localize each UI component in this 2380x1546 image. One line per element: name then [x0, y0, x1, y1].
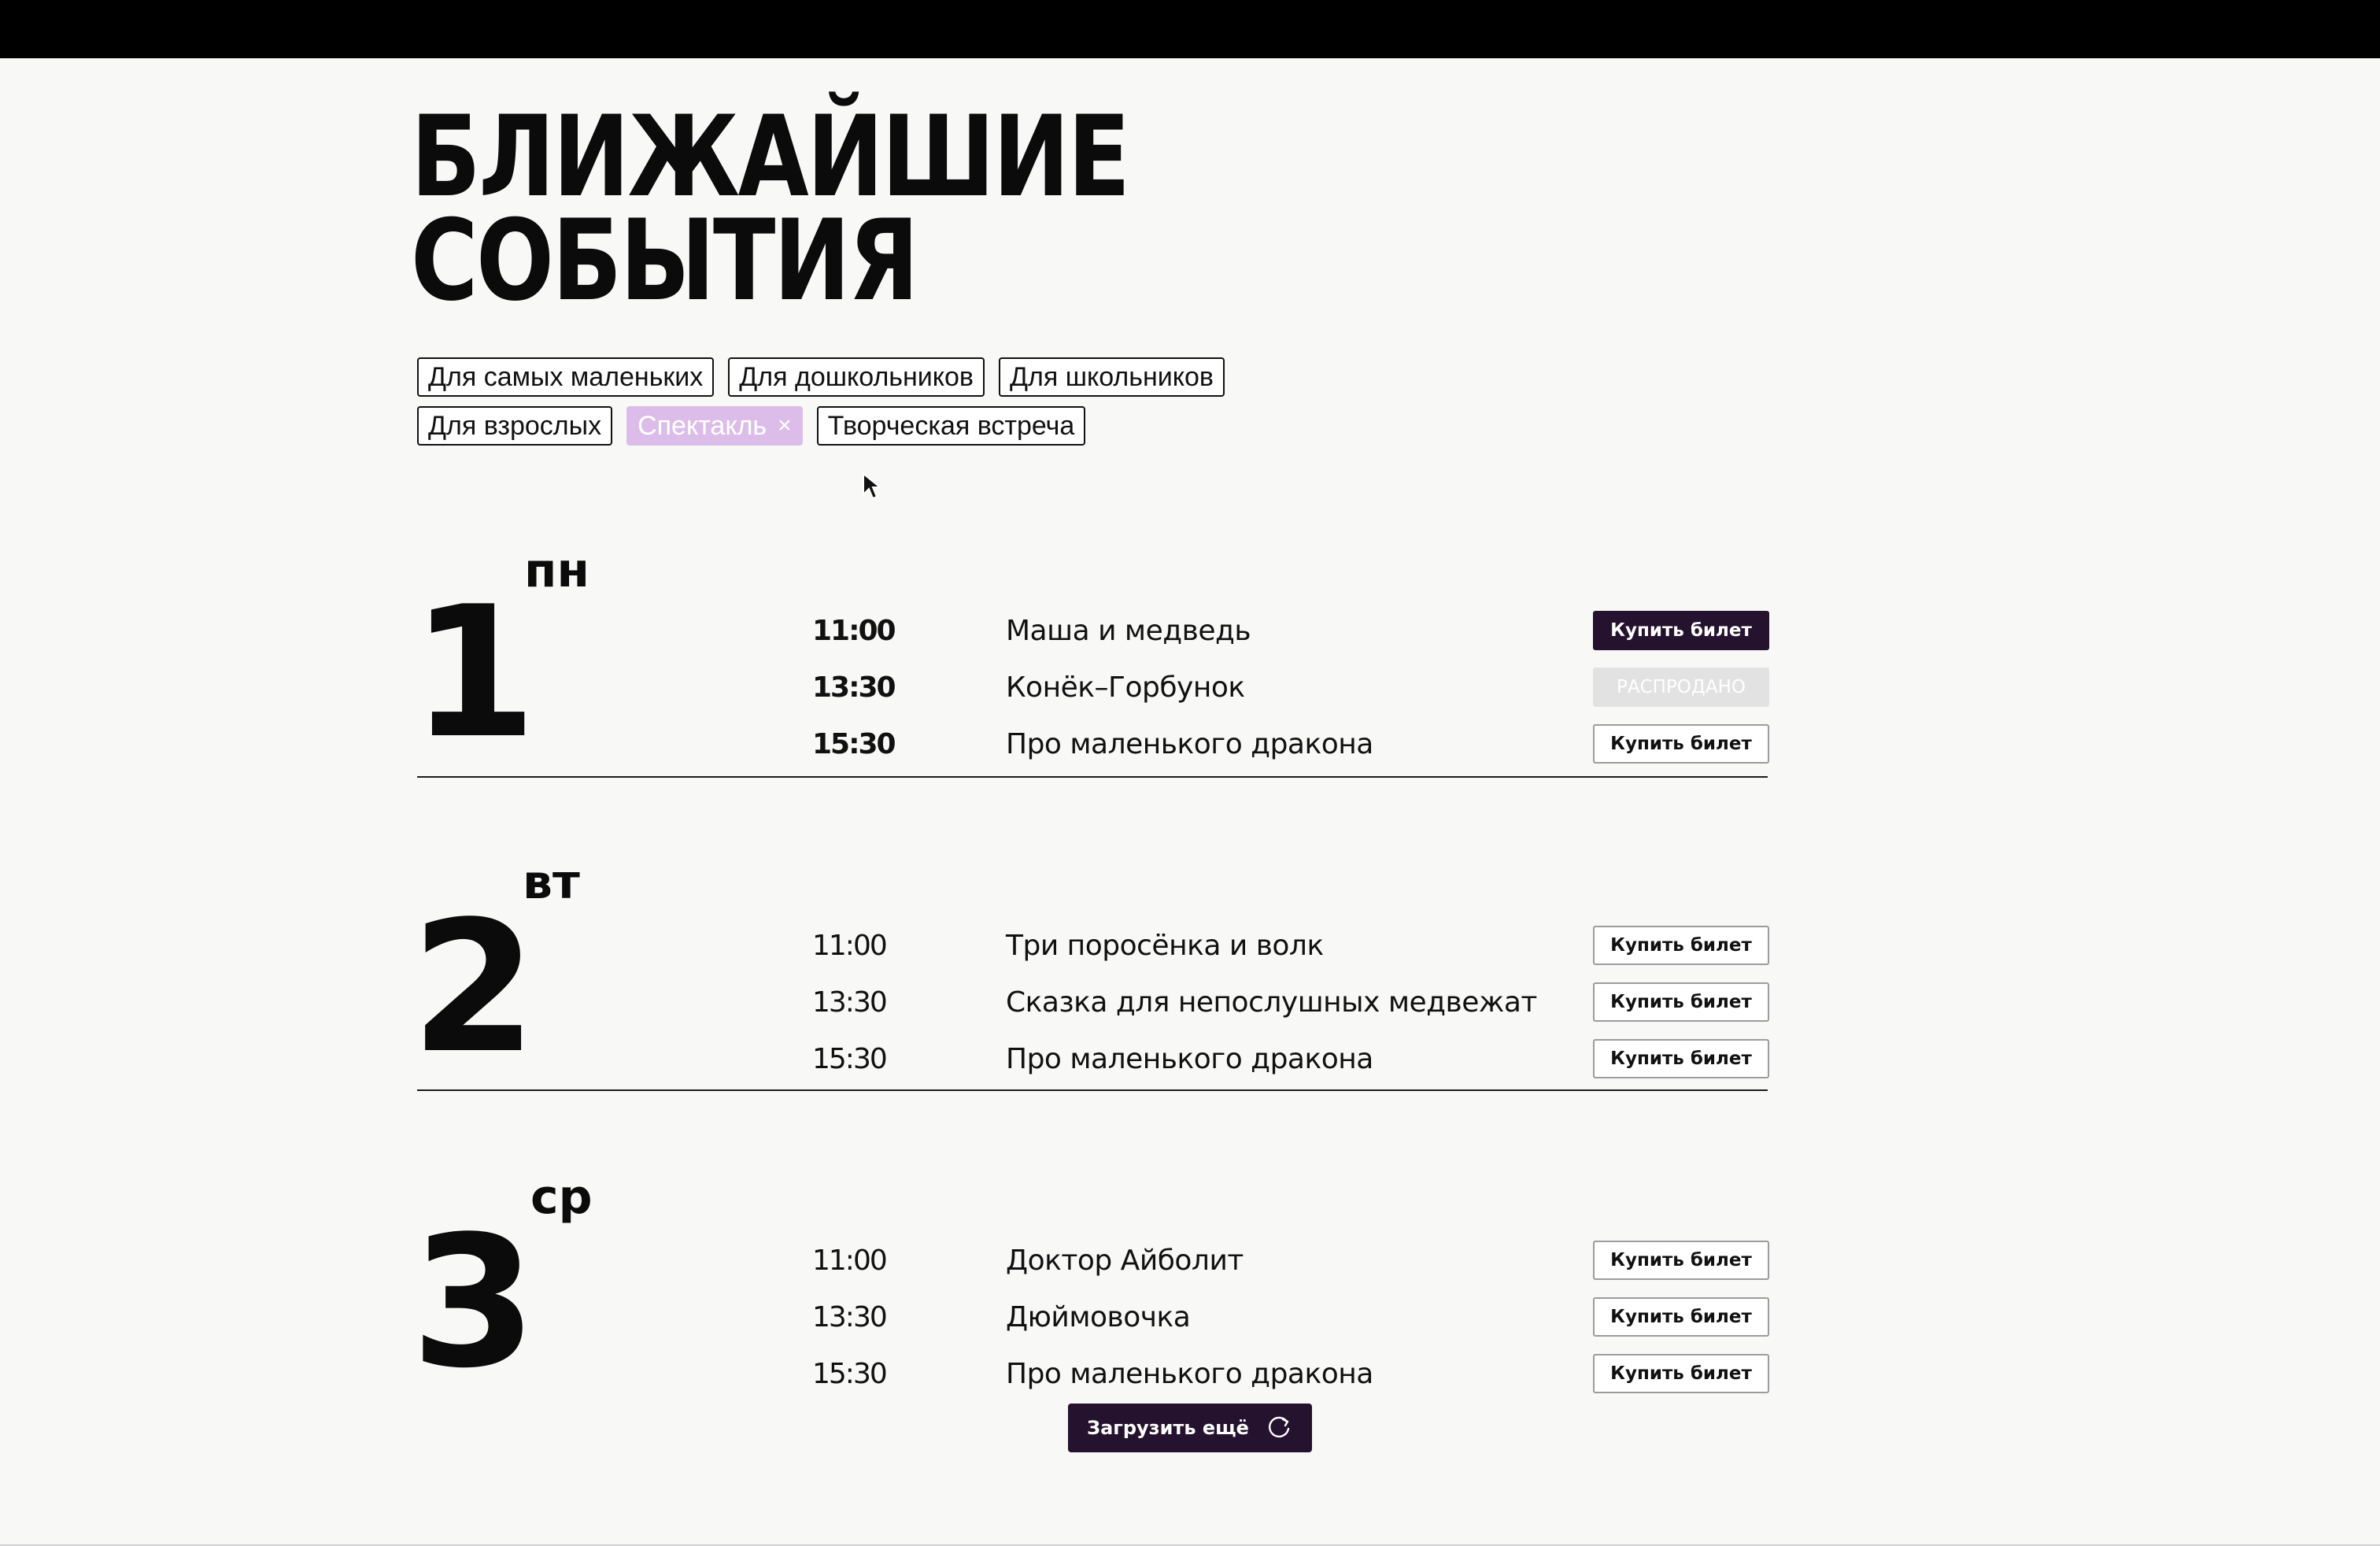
event-time: 15:30: [812, 1043, 888, 1075]
event-name[interactable]: Про маленького дракона: [1006, 1346, 1373, 1403]
event-name[interactable]: Дюймовочка: [1006, 1289, 1191, 1346]
event-name[interactable]: Конёк–Горбунок: [1006, 660, 1245, 716]
day-divider: [417, 1089, 1768, 1091]
event-name[interactable]: Маша и медведь: [1006, 603, 1251, 660]
buy-ticket-button[interactable]: Купить билет: [1593, 724, 1769, 764]
day-weekday: ср: [530, 1170, 593, 1225]
event-row: 11:00 Три поросёнка и волк Купить билет: [411, 918, 1769, 975]
filter-chip-performance-active[interactable]: Спектакль ×: [626, 406, 803, 446]
event-name[interactable]: Про маленького дракона: [1006, 1031, 1373, 1088]
filter-row-1: Для самых маленьких Для дошкольников Для…: [417, 357, 1362, 397]
event-time: 11:00: [812, 1245, 888, 1277]
event-name[interactable]: Доктор Айболит: [1006, 1233, 1244, 1289]
refresh-icon: [1268, 1416, 1290, 1438]
event-time: 11:00: [812, 615, 896, 647]
buy-ticket-button[interactable]: Купить билет: [1593, 1241, 1769, 1280]
buy-ticket-button[interactable]: Купить билет: [1593, 1354, 1769, 1393]
filter-chip-label: Спектакль: [638, 410, 767, 441]
day-weekday: пн: [524, 543, 589, 598]
buy-ticket-button[interactable]: Купить билет: [1593, 982, 1769, 1022]
event-name[interactable]: Сказка для непослушных медвежат: [1006, 975, 1537, 1031]
event-time: 13:30: [812, 1301, 888, 1333]
event-time: 13:30: [812, 671, 896, 704]
event-row: 13:30 Конёк–Горбунок РАСПРОДАНО: [411, 660, 1769, 716]
page-title-line-1: БЛИЖАЙШИЕ: [411, 92, 1130, 222]
event-row: 15:30 Про маленького дракона Купить биле…: [411, 716, 1769, 773]
event-row: 11:00 Маша и медведь Купить билет: [411, 603, 1769, 660]
filter-chip-adults[interactable]: Для взрослых: [417, 406, 613, 446]
buy-ticket-button[interactable]: Купить билет: [1593, 1297, 1769, 1337]
event-time: 11:00: [812, 930, 888, 962]
filter-chips: Для самых маленьких Для дошкольников Для…: [417, 357, 1362, 455]
buy-ticket-button[interactable]: Купить билет: [1593, 1039, 1769, 1078]
event-time: 15:30: [812, 1358, 888, 1390]
day-weekday: вт: [523, 855, 580, 910]
filter-chip-creative-meeting[interactable]: Творческая встреча: [816, 406, 1086, 446]
event-time: 15:30: [812, 728, 896, 760]
filter-row-2: Для взрослых Спектакль × Творческая встр…: [417, 406, 1362, 446]
event-row: 13:30 Дюймовочка Купить билет: [411, 1289, 1769, 1346]
event-name[interactable]: Три поросёнка и волк: [1006, 918, 1324, 975]
page-title: БЛИЖАЙШИЕ СОБЫТИЯ: [411, 92, 1130, 326]
filter-chip-school[interactable]: Для школьников: [999, 357, 1225, 397]
events-page: БЛИЖАЙШИЕ СОБЫТИЯ Для самых маленьких Дл…: [0, 58, 2380, 1546]
buy-ticket-button[interactable]: Купить билет: [1593, 926, 1769, 965]
event-row: 13:30 Сказка для непослушных медвежат Ку…: [411, 975, 1769, 1031]
page-title-line-2: СОБЫТИЯ: [411, 196, 919, 326]
event-name[interactable]: Про маленького дракона: [1006, 716, 1373, 773]
sold-out-button: РАСПРОДАНО: [1593, 668, 1769, 707]
browser-top-bar: [0, 0, 2380, 58]
close-icon[interactable]: ×: [778, 412, 792, 439]
event-row: 15:30 Про маленького дракона Купить биле…: [411, 1346, 1769, 1403]
buy-ticket-button[interactable]: Купить билет: [1593, 611, 1769, 650]
filter-chip-toddlers[interactable]: Для самых маленьких: [417, 357, 715, 397]
filter-chip-preschool[interactable]: Для дошкольников: [728, 357, 985, 397]
event-row: 11:00 Доктор Айболит Купить билет: [411, 1233, 1769, 1289]
day-divider: [417, 776, 1768, 778]
event-time: 13:30: [812, 986, 888, 1019]
load-more-label: Загрузить ещё: [1087, 1417, 1249, 1439]
mouse-pointer-icon: [863, 472, 882, 500]
event-row: 15:30 Про маленького дракона Купить биле…: [411, 1031, 1769, 1088]
load-more-button[interactable]: Загрузить ещё: [1068, 1404, 1312, 1452]
